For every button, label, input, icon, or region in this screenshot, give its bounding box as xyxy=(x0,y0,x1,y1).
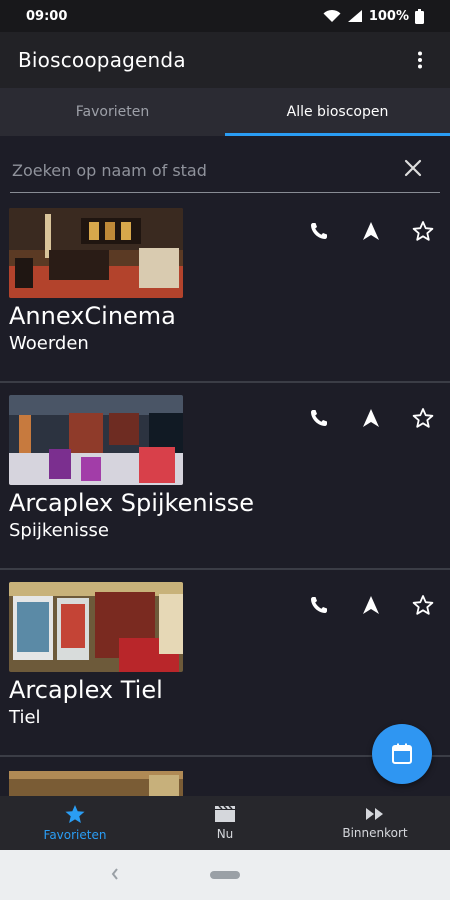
star-outline-icon xyxy=(412,221,434,241)
navigate-button[interactable] xyxy=(360,594,382,616)
card-actions xyxy=(308,220,434,242)
cinema-card[interactable]: AnnexCinema Woerden xyxy=(0,196,450,383)
cinema-name: Arcaplex Spijkenisse xyxy=(9,489,255,517)
nav-binnenkort[interactable]: Binnenkort xyxy=(300,796,450,850)
fast-forward-icon xyxy=(366,808,383,820)
nav-label: Nu xyxy=(216,827,234,841)
clapperboard-icon xyxy=(215,805,235,822)
cinema-photo xyxy=(9,208,183,298)
system-home-pill[interactable] xyxy=(210,871,240,879)
navigate-button[interactable] xyxy=(360,407,382,429)
nav-nu[interactable]: Nu xyxy=(150,796,300,850)
nav-label: Favorieten xyxy=(43,828,107,842)
cinema-name: AnnexCinema xyxy=(9,302,176,330)
call-button[interactable] xyxy=(308,220,330,242)
close-icon xyxy=(404,159,422,177)
favorite-button[interactable] xyxy=(412,594,434,616)
star-outline-icon xyxy=(412,408,434,428)
phone-icon xyxy=(311,597,327,613)
cinema-list: AnnexCinema Woerden Arcaplex Spijkenisse… xyxy=(0,196,450,796)
cinema-city: Woerden xyxy=(9,333,89,354)
overflow-menu-button[interactable] xyxy=(408,48,432,72)
status-bar: 09:00 100% xyxy=(0,0,450,32)
calendar-icon xyxy=(392,743,412,764)
search-underline xyxy=(10,192,440,193)
phone-icon xyxy=(311,223,327,239)
signal-icon xyxy=(347,10,362,22)
cinema-city: Tiel xyxy=(9,707,41,728)
call-button[interactable] xyxy=(308,594,330,616)
navigation-arrow-icon xyxy=(363,409,379,427)
phone-icon xyxy=(311,410,327,426)
app-bar: Bioscoopagenda xyxy=(0,32,450,88)
system-navigation-bar xyxy=(0,850,450,900)
star-outline-icon xyxy=(412,595,434,615)
bottom-navigation: Favorieten Nu Binnenkort xyxy=(0,796,450,850)
cinema-card[interactable]: Arcaplex Spijkenisse Spijkenisse xyxy=(0,383,450,570)
favorite-button[interactable] xyxy=(412,220,434,242)
cinema-photo xyxy=(9,395,183,485)
favorite-button[interactable] xyxy=(412,407,434,429)
back-chevron-icon xyxy=(111,868,118,880)
cinema-city: Spijkenisse xyxy=(9,520,109,541)
tab-alle-bioscopen[interactable]: Alle bioscopen xyxy=(225,88,450,136)
cinema-photo xyxy=(9,582,183,672)
battery-icon xyxy=(415,8,424,24)
cinema-name: Arcaplex Tiel xyxy=(9,676,163,704)
calendar-fab[interactable] xyxy=(372,724,432,784)
cinema-photo xyxy=(9,771,183,796)
cinema-card[interactable]: Arcaplex Tiel Tiel xyxy=(0,570,450,757)
wifi-icon xyxy=(323,9,341,22)
card-actions xyxy=(308,407,434,429)
battery-percent: 100% xyxy=(368,8,409,24)
tab-favorieten[interactable]: Favorieten xyxy=(0,88,225,136)
card-actions xyxy=(308,594,434,616)
nav-label: Binnenkort xyxy=(342,826,408,840)
more-vert-icon xyxy=(418,51,422,69)
clear-search-button[interactable] xyxy=(402,157,424,179)
navigate-button[interactable] xyxy=(360,220,382,242)
search-input[interactable] xyxy=(10,158,364,182)
status-icons: 100% xyxy=(323,8,424,24)
navigation-arrow-icon xyxy=(363,596,379,614)
tab-bar: Favorieten Alle bioscopen xyxy=(0,88,450,136)
navigation-arrow-icon xyxy=(363,222,379,240)
status-time: 09:00 xyxy=(26,8,68,24)
star-icon xyxy=(65,804,85,824)
search-bar xyxy=(0,136,450,196)
call-button[interactable] xyxy=(308,407,330,429)
app-title: Bioscoopagenda xyxy=(18,48,186,72)
system-back-button[interactable] xyxy=(110,867,126,883)
nav-favorieten[interactable]: Favorieten xyxy=(0,796,150,850)
